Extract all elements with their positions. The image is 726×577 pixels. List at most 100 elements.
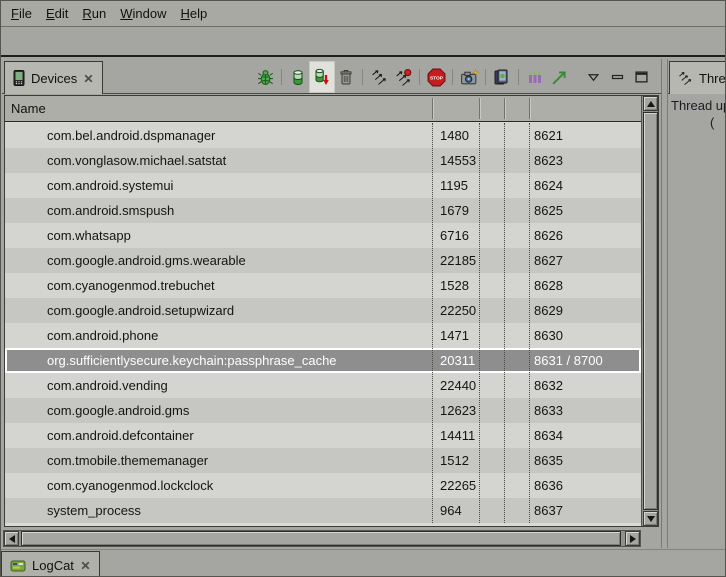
process-name: com.vonglasow.michael.satstat [47,148,226,173]
vertical-scrollbar[interactable] [641,96,658,526]
column-divider[interactable] [432,98,433,119]
process-row[interactable]: com.tmobile.thememanager15128635 [5,448,641,473]
menu-bar: File Edit Run Window Help [1,1,725,27]
threads-icon [678,71,693,86]
vertical-scrollbar-thumb[interactable] [643,112,658,510]
process-port: 8625 [534,198,563,223]
scroll-down-button[interactable] [643,511,658,526]
scroll-left-button[interactable] [4,531,19,546]
process-row[interactable]: com.vonglasow.michael.satstat145538623 [5,148,641,173]
process-row[interactable]: com.google.android.gms.wearable221858627 [5,248,641,273]
phone-icon [13,70,25,86]
process-name: com.bel.android.dspmanager [47,123,215,148]
process-row[interactable]: com.android.phone 1471 8630 [5,323,641,348]
column-header-name[interactable]: Name [11,96,46,121]
minimize-icon[interactable] [605,62,629,92]
process-row[interactable]: com.android.smspush16798625 [5,198,641,223]
column-divider[interactable] [504,98,505,119]
process-row[interactable]: system_process9648637 [5,498,641,523]
process-port: 8631 / 8700 [534,350,603,371]
close-icon[interactable] [80,560,91,571]
capture-system-trace-icon[interactable] [523,62,547,92]
toolbar-strip [1,28,725,57]
process-port: 8634 [534,423,563,448]
process-row[interactable]: com.android.vending224408632 [5,373,641,398]
tab-threads[interactable]: Threa [669,61,726,94]
scroll-up-button[interactable] [643,96,658,111]
process-name: com.cyanogenmod.lockclock [47,473,213,498]
threads-panel: Threa Thread up ( [667,59,726,548]
process-table: Name com.bel.android.dspmanager14808621c… [4,95,659,527]
process-pid: 1471 [440,323,469,348]
dump-hprof-icon[interactable] [310,62,334,92]
horizontal-scrollbar-thumb[interactable] [21,531,621,546]
process-name: com.whatsapp [47,223,131,248]
close-icon[interactable] [83,73,94,84]
cause-gc-icon[interactable] [334,62,358,92]
view-menu-icon[interactable] [581,62,605,92]
process-row-selected[interactable]: org.sufficientlysecure.keychain:passphra… [5,348,641,373]
process-pid: 14411 [440,423,475,448]
process-port: 8633 [534,398,563,423]
column-divider[interactable] [529,98,530,119]
process-name: com.google.android.gms [47,398,189,423]
toolbar-separator [452,69,453,85]
process-pid: 1679 [440,198,469,223]
menu-help[interactable]: Help [180,6,207,21]
devices-toolbar: STOP [253,61,653,93]
menu-edit[interactable]: Edit [46,6,68,21]
process-pid: 1512 [440,448,469,473]
maximize-icon[interactable] [629,62,653,92]
horizontal-scrollbar[interactable] [3,530,641,547]
process-pid: 22250 [440,298,476,323]
menu-window[interactable]: Window [120,6,166,21]
process-name: com.google.android.setupwizard [47,298,234,323]
start-opengl-trace-icon[interactable] [547,62,571,92]
tab-logcat[interactable]: LogCat [1,551,100,577]
process-name: com.cyanogenmod.trebuchet [47,273,215,298]
toolbar-separator [485,69,486,85]
process-name: system_process [47,498,141,523]
process-port: 8632 [534,373,563,398]
tab-devices[interactable]: Devices [4,61,103,94]
process-name: com.android.phone [47,323,158,348]
process-name: org.sufficientlysecure.keychain:passphra… [47,350,337,371]
process-pid: 22265 [440,473,476,498]
process-row[interactable]: com.cyanogenmod.lockclock 22265 8636 [5,473,641,498]
threads-message: Thread up ( [668,95,726,548]
process-row[interactable]: com.android.defcontainer144118634 [5,423,641,448]
process-row[interactable]: com.google.android.gms126238633 [5,398,641,423]
process-name: com.google.android.gms.wearable [47,248,246,273]
process-name: com.android.vending [47,373,168,398]
process-row[interactable]: com.cyanogenmod.trebuchet15288628 [5,273,641,298]
process-row[interactable]: com.android.systemui11958624 [5,173,641,198]
process-pid: 6716 [440,223,469,248]
process-port: 8636 [534,473,563,498]
process-name: com.tmobile.thememanager [47,448,208,473]
menu-file[interactable]: File [11,6,32,21]
update-threads-icon[interactable] [367,62,391,92]
process-port: 8630 [534,323,563,348]
process-port: 8623 [534,148,563,173]
process-row[interactable]: com.google.android.setupwizard222508629 [5,298,641,323]
table-header[interactable]: Name [5,96,641,122]
debug-process-icon[interactable] [253,62,277,92]
column-divider[interactable] [479,98,480,119]
process-row[interactable]: com.whatsapp67168626 [5,223,641,248]
tab-devices-label: Devices [31,71,77,86]
start-method-profiling-icon[interactable] [391,62,415,92]
process-row[interactable]: com.bel.android.dspmanager14808621 [5,123,641,148]
logcat-icon [10,558,26,574]
threads-tabbar: Threa [668,59,726,94]
hierarchy-view-icon[interactable] [490,62,514,92]
devices-tabbar: Devices [2,59,661,94]
tab-threads-label: Threa [699,71,726,86]
menu-run[interactable]: Run [82,6,106,21]
process-pid: 1195 [440,173,468,198]
screen-capture-icon[interactable] [457,62,481,92]
stop-process-icon[interactable]: STOP [424,62,448,92]
update-heap-icon[interactable] [286,62,310,92]
scroll-right-button[interactable] [625,531,640,546]
process-list: com.bel.android.dspmanager14808621com.vo… [5,123,641,523]
process-pid: 20311 [440,350,475,371]
